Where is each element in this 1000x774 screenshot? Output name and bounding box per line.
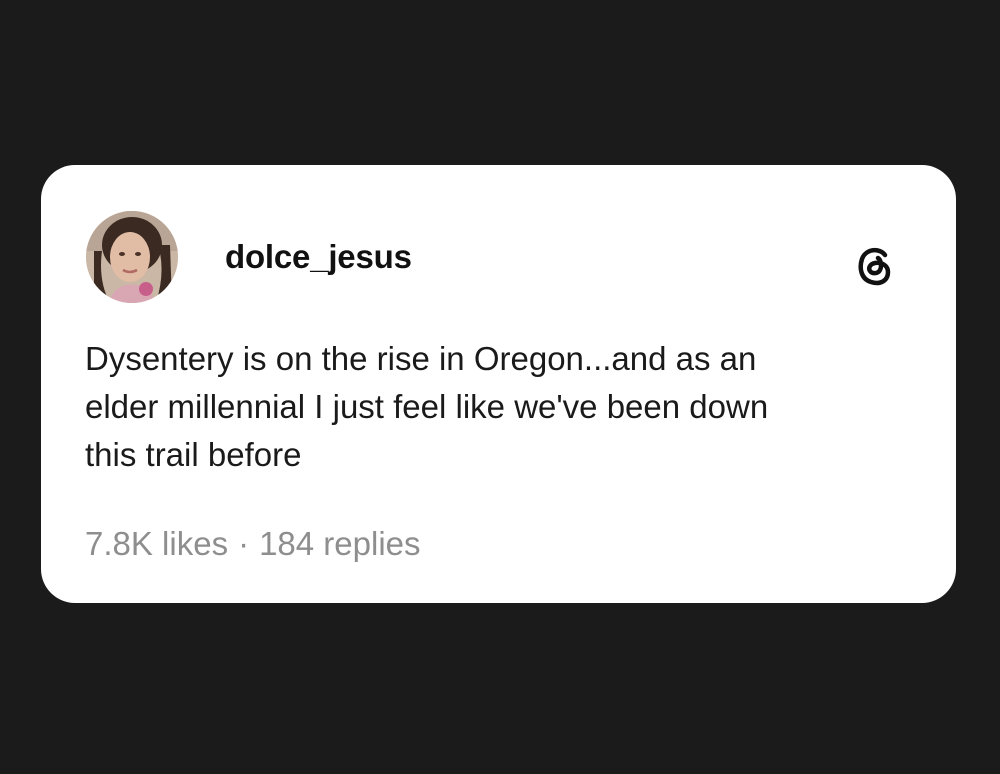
profile-photo-icon xyxy=(86,211,178,303)
threads-logo-icon[interactable] xyxy=(851,241,899,289)
replies-count[interactable]: 184 replies xyxy=(259,525,420,562)
post-card: dolce_jesus Dysentery is on the rise in … xyxy=(41,165,956,603)
likes-count[interactable]: 7.8K likes xyxy=(85,525,228,562)
stats-separator: · xyxy=(238,525,250,562)
avatar[interactable] xyxy=(86,211,178,303)
post-stats: 7.8K likes · 184 replies xyxy=(85,524,421,564)
username[interactable]: dolce_jesus xyxy=(225,237,412,277)
post-text: Dysentery is on the rise in Oregon...and… xyxy=(85,340,769,473)
